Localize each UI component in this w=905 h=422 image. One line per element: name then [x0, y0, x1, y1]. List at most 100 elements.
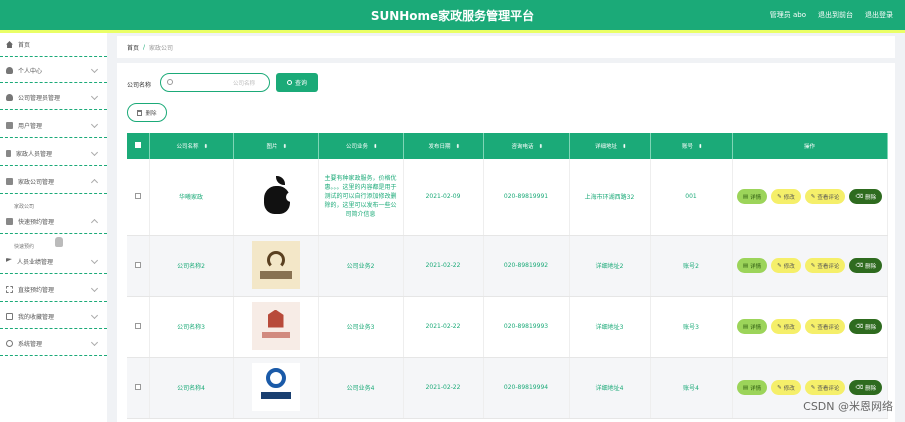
detail-button[interactable]: ▤ 详情 — [736, 319, 768, 334]
delete-button[interactable]: ⌫ 删除 — [849, 258, 883, 273]
edit-button[interactable]: ✎ 修改 — [771, 258, 801, 273]
table-row: 华曦家政 主要有种家政服务，价格优惠。。。这里的内容都是用于测试的可以自行添加修… — [127, 159, 888, 236]
submenu-ghost-label[interactable]: 家政公司 — [14, 203, 34, 210]
business-cell: 公司业务2 — [318, 235, 404, 297]
sidebar-item-system[interactable]: 系统管理 — [0, 332, 107, 356]
chevron-down-icon — [90, 65, 99, 74]
sort-icon: ⬍ — [455, 144, 461, 150]
edit-label: 修改 — [783, 385, 795, 392]
sidebar-item-staff[interactable]: 家政人员管理 — [0, 142, 107, 166]
edit-icon: ✎ — [810, 262, 816, 269]
breadcrumb-home[interactable]: 首页 — [127, 43, 139, 52]
account-cell: 账号2 — [650, 235, 733, 297]
search-button[interactable]: 查询 — [276, 73, 318, 92]
sidebar-item-company-admin[interactable]: 公司管理员管理 — [0, 86, 107, 110]
chevron-up-icon — [90, 218, 99, 227]
sort-icon: ⬍ — [373, 144, 378, 150]
sidebar-item-company[interactable]: 家政公司管理 — [0, 170, 107, 194]
column-header[interactable]: 账号 ⬍ — [650, 133, 733, 159]
sidebar-item-label: 系统管理 — [18, 341, 43, 348]
edit-button[interactable]: ✎ 修改 — [771, 319, 801, 334]
date-cell: 2021-02-22 — [403, 357, 484, 419]
delete-label: 删除 — [865, 194, 877, 201]
row-checkbox[interactable] — [127, 235, 150, 297]
sidebar-item-label: 公司管理员管理 — [18, 95, 61, 102]
checkbox[interactable] — [134, 383, 141, 390]
sidebar-item-quick-booking[interactable]: 快速预约管理 — [0, 210, 107, 234]
checkbox[interactable] — [134, 192, 141, 199]
user-icon — [6, 67, 13, 74]
image-cell — [233, 235, 319, 297]
view-reviews-button[interactable]: ✎ 查看评论 — [804, 189, 846, 205]
chevron-down-icon — [90, 92, 99, 101]
sidebar-item-label: 用户管理 — [18, 123, 43, 130]
sidebar-item-label: 家政公司管理 — [18, 179, 55, 186]
image-cell — [233, 159, 319, 236]
sidebar-item-users[interactable]: 用户管理 — [0, 114, 107, 138]
select-all-checkbox[interactable] — [127, 133, 150, 159]
column-header[interactable]: 咨询电话 ⬍ — [483, 133, 570, 159]
chevron-down-icon — [90, 256, 99, 265]
column-header[interactable]: 发布日期 ⬍ — [403, 133, 484, 159]
monitor-icon — [6, 122, 13, 129]
gear-icon — [6, 340, 13, 347]
row-checkbox[interactable] — [127, 357, 150, 419]
column-header[interactable]: 图片 ⬍ — [233, 133, 319, 159]
edit-label: 修改 — [783, 324, 795, 331]
delete-button[interactable]: ⌫ 删除 — [849, 380, 883, 395]
search-placeholder: 公司名称 — [232, 81, 255, 87]
date-cell: 2021-02-09 — [403, 159, 484, 236]
row-checkbox[interactable] — [127, 159, 150, 236]
main-content: 公司名称 公司名称 查询 删除 公司名称 ⬍ 图片 ⬍ 公司业务 ⬍ 发布日期 ⬍ 咨询… — [117, 63, 895, 422]
column-header-label: 详细地址 — [594, 144, 617, 150]
column-header-label: 公司业务 — [345, 144, 368, 150]
sidebar-item-home[interactable]: 首页 — [0, 33, 107, 57]
detail-button[interactable]: ▤ 详情 — [736, 380, 768, 395]
sidebar-item-favorites[interactable]: 我的收藏管理 — [0, 305, 107, 329]
business-text: 主要有种家政服务，价格优惠。。。这里的内容都是用于测试的可以自行添加修改删除的，… — [324, 175, 397, 219]
edit-button[interactable]: ✎ 修改 — [771, 380, 801, 395]
checkbox[interactable] — [134, 261, 141, 268]
checkbox[interactable] — [134, 142, 141, 148]
chevron-down-icon — [90, 338, 99, 347]
phone-cell: 020-89819991 — [483, 159, 570, 236]
submenu-ghost-label[interactable]: 快速预约 — [14, 243, 34, 250]
bulk-delete-button[interactable]: 删除 — [127, 103, 167, 122]
view-reviews-button[interactable]: ✎ 查看评论 — [804, 380, 846, 395]
delete-button[interactable]: ⌫ 删除 — [849, 189, 883, 205]
view-reviews-button[interactable]: ✎ 查看评论 — [804, 319, 846, 334]
sidebar-item-performance[interactable]: 人员业绩管理 — [0, 250, 107, 274]
detail-button[interactable]: ▤ 详情 — [736, 189, 768, 205]
row-checkbox[interactable] — [127, 296, 150, 358]
column-header-label: 账号 — [681, 144, 693, 150]
sidebar-item-label: 家政人员管理 — [16, 151, 53, 158]
trash-icon: ⌫ — [855, 193, 864, 200]
detail-label: 详情 — [750, 194, 762, 201]
view-reviews-button[interactable]: ✎ 查看评论 — [804, 258, 846, 273]
logout-link[interactable]: 退出登录 — [865, 10, 893, 20]
column-header[interactable]: 公司业务 ⬍ — [318, 133, 404, 159]
breadcrumb: 首页 / 家政公司 — [117, 36, 895, 58]
checkbox[interactable] — [134, 322, 141, 329]
admin-user-link[interactable]: 管理员 abo — [770, 10, 806, 20]
trash-icon: ⌫ — [855, 262, 864, 269]
company-logo-image — [251, 301, 300, 350]
column-header[interactable]: 详细地址 ⬍ — [569, 133, 651, 159]
search-input[interactable]: 公司名称 — [160, 73, 270, 92]
column-header[interactable]: 公司名称 ⬍ — [149, 133, 234, 159]
review-label: 查看评论 — [817, 324, 840, 331]
edit-button[interactable]: ✎ 修改 — [771, 189, 801, 205]
sidebar-item-profile[interactable]: 个人中心 — [0, 59, 107, 83]
column-header-label: 公司名称 — [176, 144, 199, 150]
review-label: 查看评论 — [817, 385, 840, 392]
bookmark-icon — [6, 313, 13, 320]
company-logo-image — [251, 240, 300, 289]
company-name-cell: 公司名称4 — [149, 357, 234, 419]
sidebar-item-label: 人员业绩管理 — [17, 259, 54, 266]
sidebar-item-direct-booking[interactable]: 直接预约管理 — [0, 278, 107, 302]
delete-button[interactable]: ⌫ 删除 — [849, 319, 883, 334]
detail-icon: ▤ — [742, 262, 749, 269]
detail-button[interactable]: ▤ 详情 — [736, 258, 768, 273]
bulk-delete-label: 删除 — [145, 110, 157, 117]
back-to-front-link[interactable]: 退出到前台 — [818, 10, 853, 20]
